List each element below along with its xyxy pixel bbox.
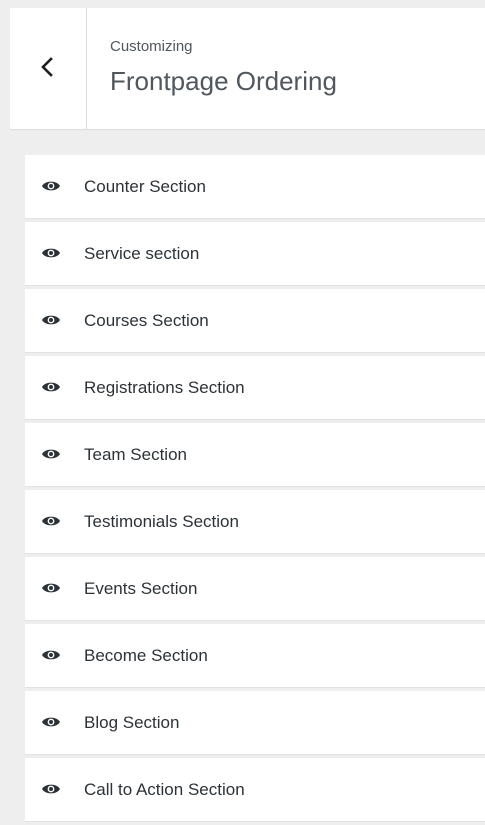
list-item-call-to-action-section[interactable]: Call to Action Section [25, 758, 485, 822]
header-text: Customizing Frontpage Ordering [110, 38, 337, 96]
item-label: Become Section [84, 646, 208, 665]
list-item-counter-section[interactable]: Counter Section [25, 155, 485, 219]
eye-icon[interactable] [41, 380, 61, 394]
list-item-events-section[interactable]: Events Section [25, 557, 485, 621]
list-item-blog-section[interactable]: Blog Section [25, 691, 485, 755]
eye-icon[interactable] [41, 715, 61, 729]
item-label: Counter Section [84, 177, 206, 196]
list-item-courses-section[interactable]: Courses Section [25, 289, 485, 353]
list-item-registrations-section[interactable]: Registrations Section [25, 356, 485, 420]
item-label: Team Section [84, 445, 187, 464]
eye-icon[interactable] [41, 246, 61, 260]
customizer-header: Customizing Frontpage Ordering [10, 8, 485, 130]
eye-icon[interactable] [41, 179, 61, 193]
list-item-testimonials-section[interactable]: Testimonials Section [25, 490, 485, 554]
section-order-list: Counter Section Service section Courses … [25, 155, 485, 825]
eye-icon[interactable] [41, 447, 61, 461]
list-item-become-section[interactable]: Become Section [25, 624, 485, 688]
eye-icon[interactable] [41, 514, 61, 528]
item-label: Blog Section [84, 713, 180, 732]
item-label: Service section [84, 244, 200, 263]
item-label: Registrations Section [84, 378, 245, 397]
customizing-label: Customizing [110, 38, 193, 55]
eye-icon[interactable] [41, 581, 61, 595]
eye-icon[interactable] [41, 782, 61, 796]
list-item-service-section[interactable]: Service section [25, 222, 485, 286]
eye-icon[interactable] [41, 648, 61, 662]
list-item-team-section[interactable]: Team Section [25, 423, 485, 487]
item-label: Testimonials Section [84, 512, 239, 531]
back-button[interactable] [10, 8, 87, 129]
panel-title: Frontpage Ordering [110, 66, 337, 96]
item-label: Events Section [84, 579, 198, 598]
item-label: Courses Section [84, 311, 209, 330]
chevron-left-icon [41, 57, 53, 77]
item-label: Call to Action Section [84, 780, 245, 799]
eye-icon[interactable] [41, 313, 61, 327]
